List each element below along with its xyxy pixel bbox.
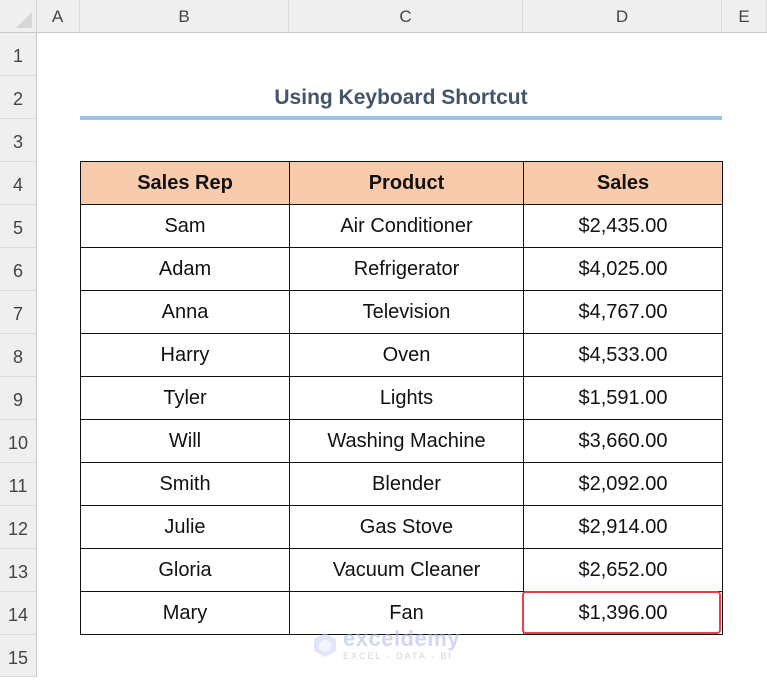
cell-sales[interactable]: $1,591.00 — [523, 376, 723, 420]
select-all-triangle-icon — [16, 12, 32, 28]
header-product[interactable]: Product — [289, 161, 524, 205]
cell-product[interactable]: Refrigerator — [289, 247, 524, 291]
cell-sales-rep[interactable]: Mary — [80, 591, 290, 635]
table-row: Anna Television $4,767.00 — [80, 290, 723, 334]
table-row: Smith Blender $2,092.00 — [80, 462, 723, 506]
row-header-9[interactable]: 9 — [0, 377, 36, 420]
row-header-10[interactable]: 10 — [0, 420, 36, 463]
column-header-b[interactable]: B — [80, 0, 289, 32]
column-header-d[interactable]: D — [523, 0, 722, 32]
header-sales[interactable]: Sales — [523, 161, 723, 205]
table-header-row: Sales Rep Product Sales — [80, 161, 723, 205]
row-header-bar: 1 2 3 4 5 6 7 8 9 10 11 12 13 14 15 — [0, 33, 37, 677]
row-header-4[interactable]: 4 — [0, 162, 36, 205]
row-header-11[interactable]: 11 — [0, 463, 36, 506]
table-row: Gloria Vacuum Cleaner $2,652.00 — [80, 548, 723, 592]
cell-product[interactable]: Vacuum Cleaner — [289, 548, 524, 592]
cell-product[interactable]: Washing Machine — [289, 419, 524, 463]
row-header-2[interactable]: 2 — [0, 76, 36, 119]
cell-product[interactable]: Air Conditioner — [289, 204, 524, 248]
cell-sales-rep[interactable]: Harry — [80, 333, 290, 377]
cell-sales[interactable]: $4,533.00 — [523, 333, 723, 377]
cell-sales-rep[interactable]: Will — [80, 419, 290, 463]
table-row: Adam Refrigerator $4,025.00 — [80, 247, 723, 291]
row-header-15[interactable]: 15 — [0, 635, 36, 677]
row-header-13[interactable]: 13 — [0, 549, 36, 592]
column-header-a[interactable]: A — [36, 0, 80, 32]
cell-sales[interactable]: $2,914.00 — [523, 505, 723, 549]
row-header-14[interactable]: 14 — [0, 592, 36, 635]
table-row: Julie Gas Stove $2,914.00 — [80, 505, 723, 549]
cell-product[interactable]: Lights — [289, 376, 524, 420]
cell-product[interactable]: Television — [289, 290, 524, 334]
watermark-tagline: EXCEL · DATA · BI — [343, 651, 453, 661]
exceldemy-watermark: exceldemy EXCEL · DATA · BI — [312, 628, 460, 661]
cell-sales[interactable]: $2,652.00 — [523, 548, 723, 592]
row-header-8[interactable]: 8 — [0, 334, 36, 377]
table-row: Tyler Lights $1,591.00 — [80, 376, 723, 420]
column-header-c[interactable]: C — [289, 0, 523, 32]
title-underline — [80, 116, 722, 120]
cell-product[interactable]: Gas Stove — [289, 505, 524, 549]
exceldemy-logo-icon — [314, 632, 336, 657]
cell-product[interactable]: Blender — [289, 462, 524, 506]
table-row: Will Washing Machine $3,660.00 — [80, 419, 723, 463]
header-sales-rep[interactable]: Sales Rep — [80, 161, 290, 205]
cell-sales[interactable]: $2,092.00 — [523, 462, 723, 506]
cell-sales[interactable]: $2,435.00 — [523, 204, 723, 248]
row-header-12[interactable]: 12 — [0, 506, 36, 549]
cell-sales-rep[interactable]: Tyler — [80, 376, 290, 420]
watermark-name: exceldemy — [343, 626, 461, 651]
row-header-7[interactable]: 7 — [0, 291, 36, 334]
table-row: Harry Oven $4,533.00 — [80, 333, 723, 377]
cell-sales-rep[interactable]: Anna — [80, 290, 290, 334]
cell-sales[interactable]: $3,660.00 — [523, 419, 723, 463]
sales-table: Sales Rep Product Sales Sam Air Condition… — [80, 161, 723, 635]
table-row: Sam Air Conditioner $2,435.00 — [80, 204, 723, 248]
select-all-button[interactable] — [0, 0, 37, 32]
cell-product[interactable]: Oven — [289, 333, 524, 377]
cell-sales[interactable]: $4,767.00 — [523, 290, 723, 334]
cell-sales-rep[interactable]: Sam — [80, 204, 290, 248]
cell-sales-rep[interactable]: Smith — [80, 462, 290, 506]
sheet-title: Using Keyboard Shortcut — [274, 86, 528, 109]
cell-sales-rep[interactable]: Adam — [80, 247, 290, 291]
row-header-6[interactable]: 6 — [0, 248, 36, 291]
cell-sales[interactable]: $4,025.00 — [523, 247, 723, 291]
cell-sales[interactable]: $1,396.00 — [523, 591, 723, 635]
column-header-bar: A B C D E — [0, 0, 767, 33]
row-header-5[interactable]: 5 — [0, 205, 36, 248]
row-header-3[interactable]: 3 — [0, 119, 36, 162]
cell-sales-rep[interactable]: Julie — [80, 505, 290, 549]
column-header-e[interactable]: E — [722, 0, 767, 32]
cell-sales-rep[interactable]: Gloria — [80, 548, 290, 592]
row-header-1[interactable]: 1 — [0, 33, 36, 76]
